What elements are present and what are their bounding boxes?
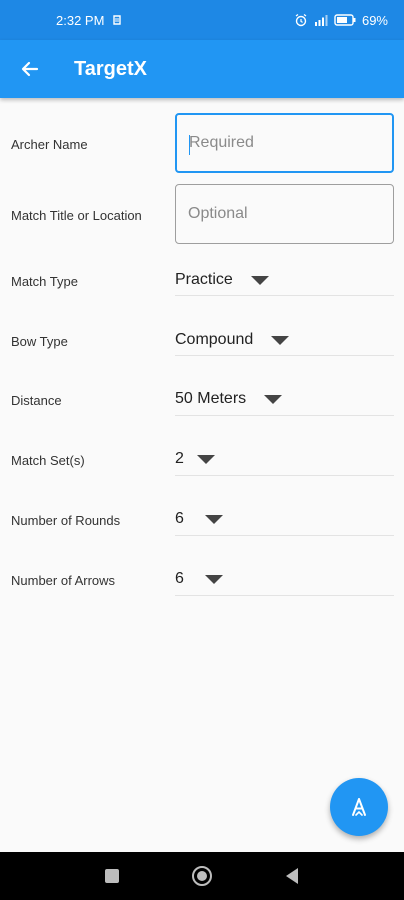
match-type-value: Practice — [175, 271, 233, 288]
fab-archer-icon — [352, 798, 366, 816]
archer-name-label: Archer Name — [11, 137, 88, 152]
notification-icon — [113, 15, 122, 25]
match-type-underline — [175, 295, 394, 296]
battery-icon — [334, 14, 356, 26]
match-type-dropdown[interactable]: Practice — [175, 260, 269, 300]
match-title-input[interactable] — [176, 185, 393, 243]
status-bar: 2:32 PM 69% — [0, 0, 404, 40]
back-arrow-icon — [21, 61, 39, 77]
bow-type-dropdown[interactable]: Compound — [175, 320, 290, 360]
arrows-label: Number of Arrows — [11, 573, 116, 588]
match-sets-label: Match Set(s) — [11, 453, 85, 468]
distance-underline — [175, 415, 394, 416]
back-triangle-icon — [286, 868, 298, 884]
dropdown-arrow-icon — [204, 574, 223, 584]
match-sets-dropdown[interactable]: 2 — [175, 439, 215, 479]
distance-value: 50 Meters — [175, 390, 247, 407]
archer-name-input[interactable] — [177, 115, 392, 171]
recents-button[interactable] — [100, 864, 124, 888]
match-title-label: Match Title or Location — [11, 208, 142, 223]
app-title: TargetX — [74, 57, 147, 80]
rounds-dropdown[interactable]: 6 — [175, 499, 223, 539]
dropdown-arrow-icon — [264, 394, 283, 404]
recents-square-icon — [105, 869, 119, 883]
battery-percent: 69% — [361, 12, 388, 28]
system-nav-bar — [0, 852, 404, 900]
back-button[interactable] — [0, 40, 60, 98]
arrows-dropdown[interactable]: 6 — [175, 559, 223, 599]
match-type-label: Match Type — [11, 274, 78, 289]
distance-label: Distance — [11, 393, 62, 408]
app-bar: TargetX — [0, 40, 404, 98]
bow-type-underline — [175, 355, 394, 356]
dropdown-arrow-icon — [271, 335, 290, 345]
home-circle-icon — [192, 866, 212, 886]
signal-icon — [314, 15, 328, 26]
match-sets-underline — [175, 475, 394, 476]
bow-type-label: Bow Type — [11, 334, 68, 349]
rounds-underline — [175, 535, 394, 536]
start-match-fab[interactable] — [330, 778, 388, 836]
dropdown-arrow-icon — [204, 514, 223, 524]
bow-type-value: Compound — [175, 331, 254, 348]
archer-name-field[interactable] — [175, 113, 394, 173]
status-time: 2:32 PM — [56, 12, 105, 28]
system-back-button[interactable] — [280, 864, 304, 888]
rounds-label: Number of Rounds — [11, 513, 121, 528]
dropdown-arrow-icon — [250, 275, 269, 285]
alarm-icon — [295, 13, 307, 27]
home-button[interactable] — [190, 864, 214, 888]
match-sets-value: 2 — [175, 450, 184, 467]
rounds-value: 6 — [175, 510, 184, 527]
arrows-underline — [175, 595, 394, 596]
match-title-field[interactable] — [175, 184, 394, 244]
arrows-value: 6 — [175, 570, 184, 587]
text-caret — [189, 135, 190, 155]
dropdown-arrow-icon — [196, 454, 215, 464]
distance-dropdown[interactable]: 50 Meters — [175, 379, 283, 419]
